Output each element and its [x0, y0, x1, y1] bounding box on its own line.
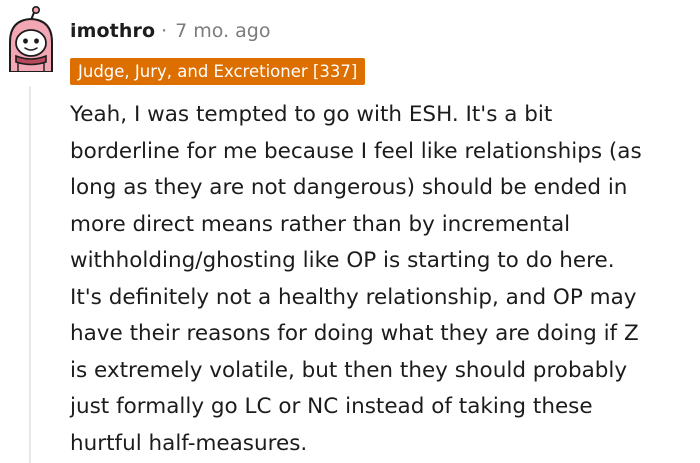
- comment-meta: imothro · 7 mo. ago: [70, 16, 271, 46]
- comment-body-line: just formally go LC or NC instead of tak…: [70, 394, 593, 419]
- separator-dot: ·: [161, 20, 168, 42]
- user-flair: Judge, Jury, and Excretioner [337]: [70, 58, 366, 85]
- snoo-avatar-icon: [9, 5, 53, 73]
- username-link[interactable]: imothro: [70, 20, 155, 42]
- comment-body-line: hurtful half-measures.: [70, 430, 308, 456]
- comment-body-line: borderline for me because I feel like re…: [70, 138, 642, 164]
- comment-body: Yeah, I was tempted to go with ESH. It's…: [70, 97, 700, 462]
- comment-body-line: have their reasons for doing what they a…: [70, 321, 639, 346]
- timestamp[interactable]: 7 mo. ago: [175, 20, 270, 42]
- comment-body-line: long as they are not dangerous) should b…: [70, 175, 628, 200]
- comment-body-line: It's definitely not a healthy relationsh…: [70, 284, 637, 310]
- comment-body-line: Yeah, I was tempted to go with ESH. It's…: [70, 102, 553, 127]
- comment-body-line: more direct means rather than by increme…: [70, 211, 571, 237]
- comment: imothro · 7 mo. ago Judge, Jury, and Exc…: [0, 0, 700, 463]
- comment-body-line: withholding/ghosting like OP is starting…: [70, 248, 615, 273]
- comment-body-line: is extremely volatile, but then they sho…: [70, 357, 628, 383]
- avatar[interactable]: [4, 5, 58, 73]
- thread-line[interactable]: [29, 86, 31, 463]
